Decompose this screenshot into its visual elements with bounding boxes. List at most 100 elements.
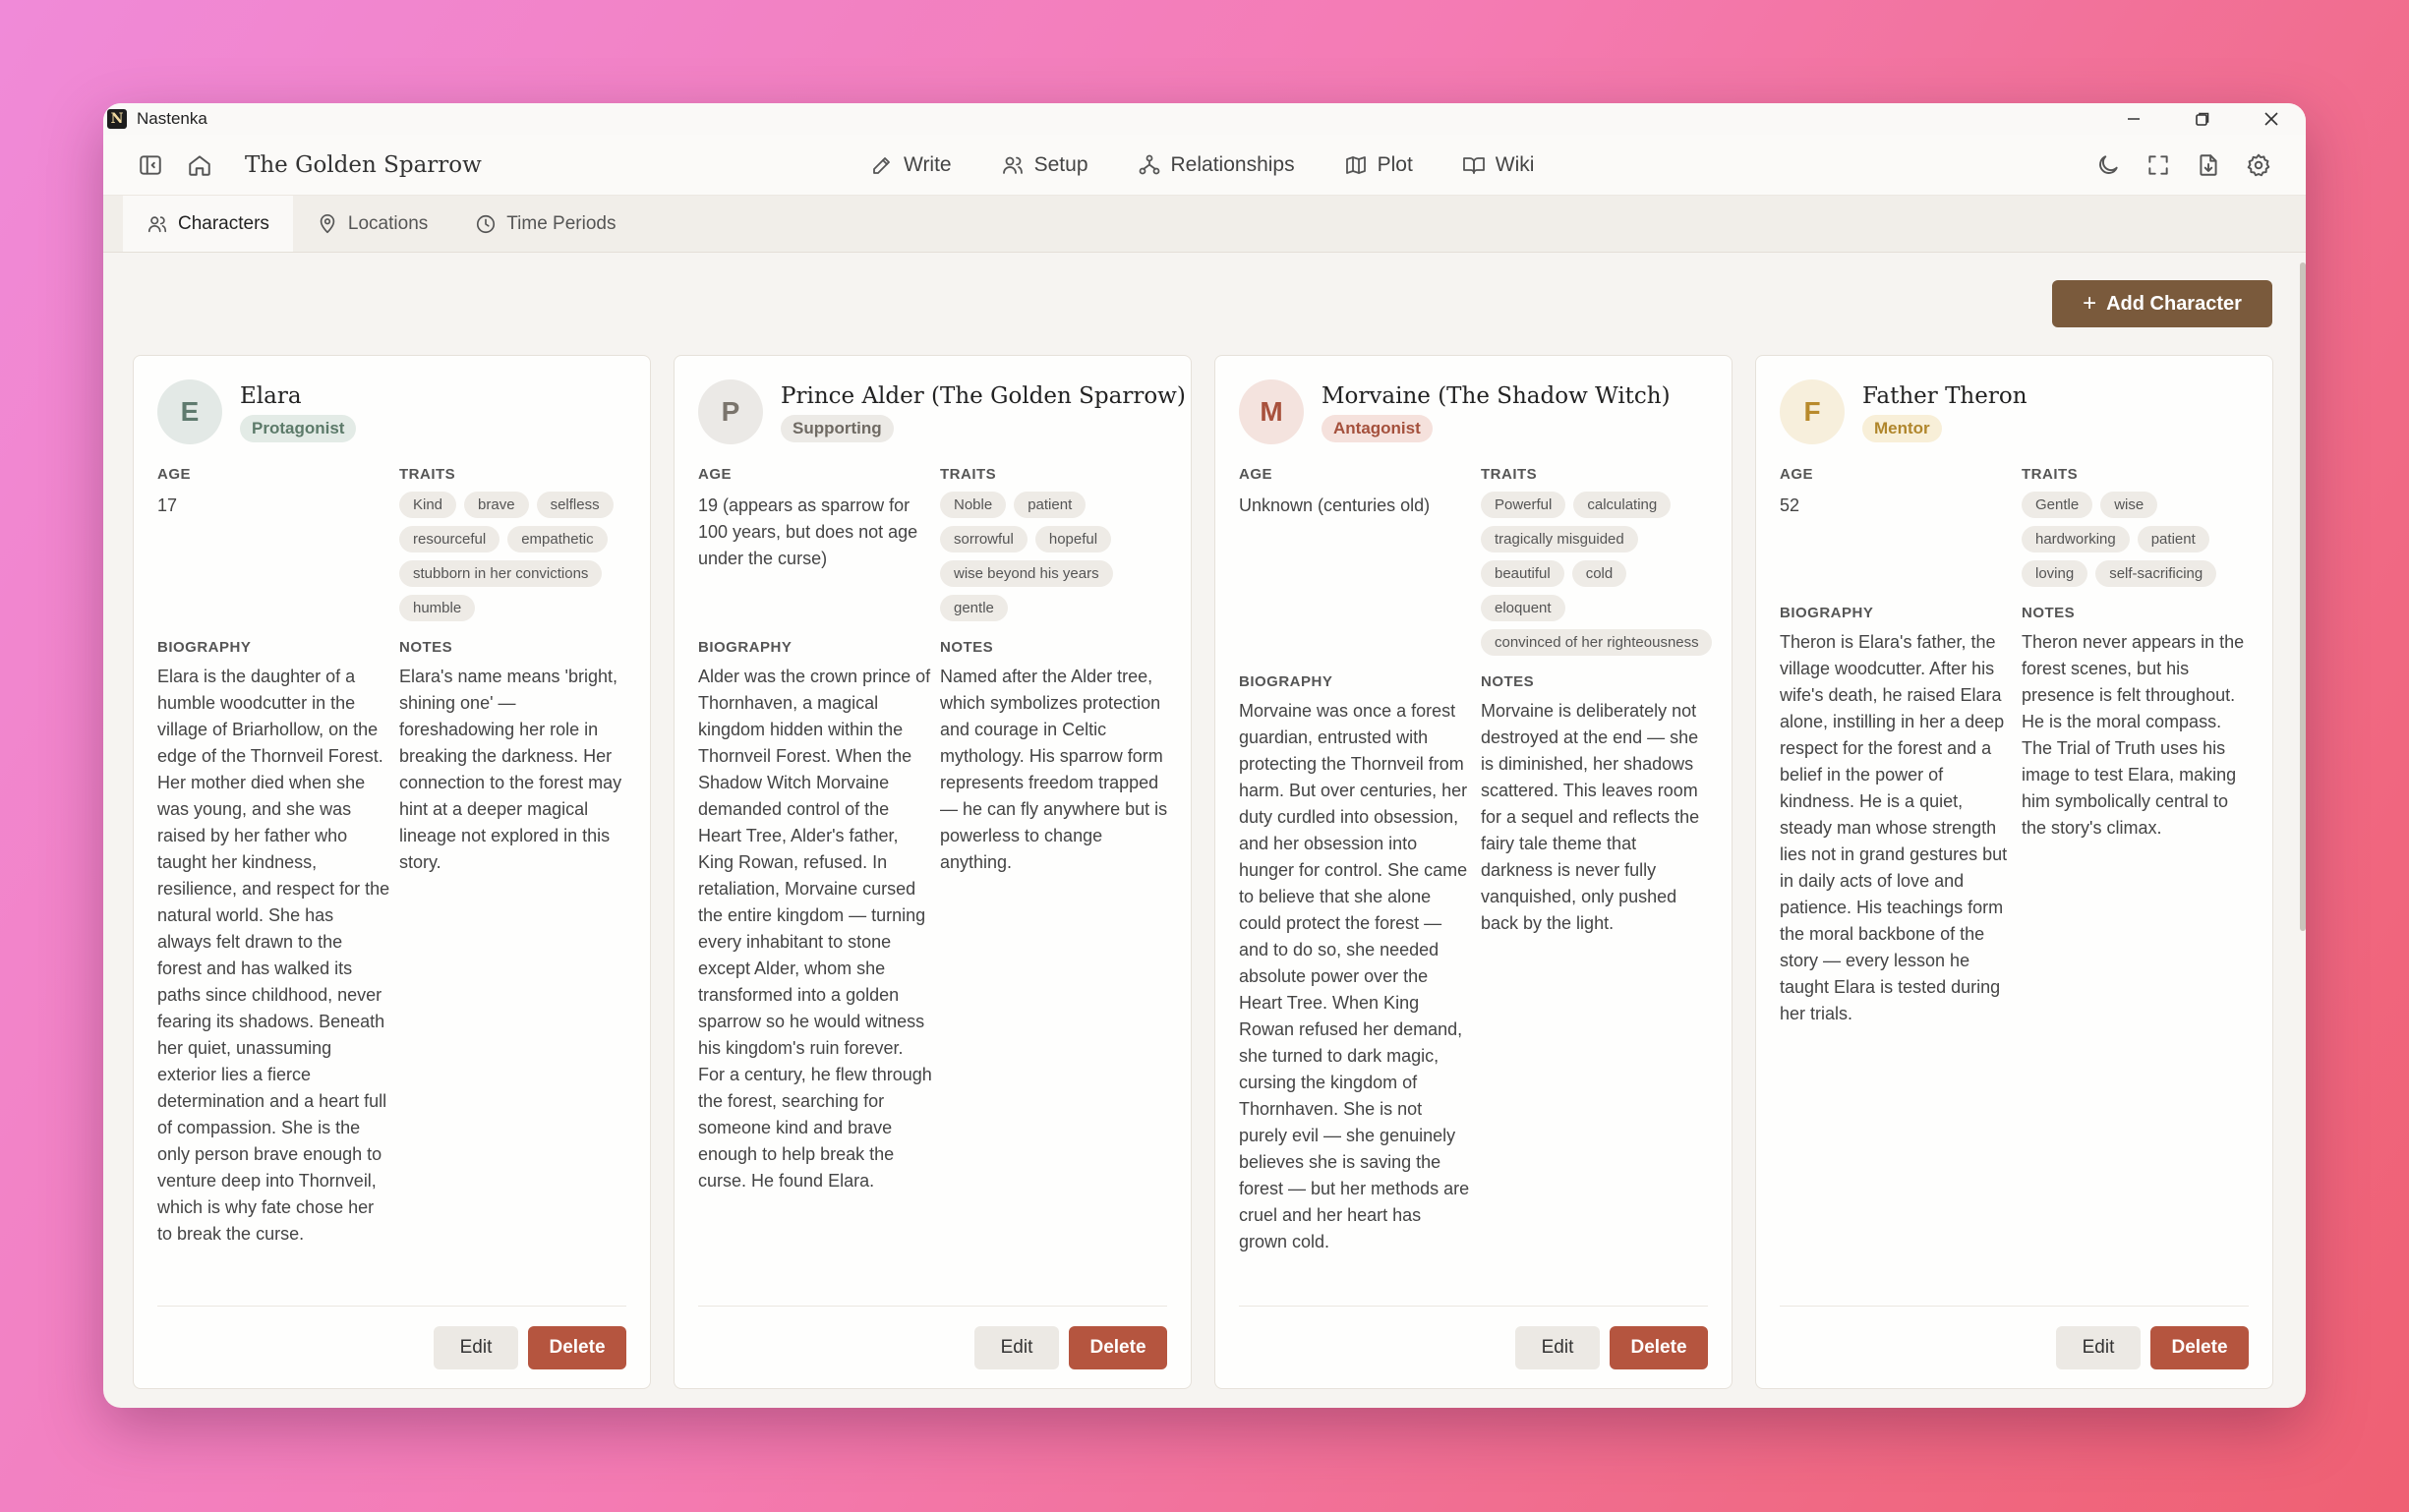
avatar: M <box>1239 379 1304 444</box>
gear-icon <box>2247 153 2270 177</box>
header-actions <box>2090 135 2276 196</box>
minimize-button[interactable] <box>2099 103 2168 135</box>
character-card: F Father Theron Mentor AGE 52 TRAITS Gen… <box>1755 355 2273 1389</box>
fullscreen-button[interactable] <box>2141 147 2176 183</box>
minimize-icon <box>2128 118 2140 120</box>
trait-chip: wise beyond his years <box>940 560 1113 587</box>
biography-text: Alder was the crown prince of Thornhaven… <box>698 667 932 1191</box>
toggle-sidebar-button[interactable] <box>133 147 168 183</box>
biography-label: BIOGRAPHY <box>1239 673 1333 690</box>
trait-chip: loving <box>2022 560 2088 587</box>
traits-list: Powerful calculating tragically misguided b… <box>1481 492 1712 656</box>
app-window: N Nastenka The Golden Sparrow Write Setu… <box>103 103 2306 1408</box>
characters-panel: + Add Character E Elara Protagonist AGE … <box>103 253 2306 1408</box>
character-card: E Elara Protagonist AGE 17 TRAITS Kind br… <box>133 355 651 1389</box>
add-character-label: Add Character <box>2106 292 2242 315</box>
role-badge: Supporting <box>781 415 894 442</box>
role-badge: Protagonist <box>240 415 357 442</box>
avatar: E <box>157 379 222 444</box>
close-button[interactable] <box>2237 103 2306 135</box>
biography-text: Elara is the daughter of a humble woodcu… <box>157 667 390 1244</box>
character-name: Father Theron <box>1862 383 2027 409</box>
trait-chip: humble <box>399 595 476 621</box>
restore-icon <box>2196 112 2209 126</box>
trait-chip: tragically misguided <box>1481 526 1638 552</box>
notes-text: Theron never appears in the forest scene… <box>2022 632 2245 838</box>
scrollbar[interactable] <box>2300 262 2306 931</box>
trait-chip: Kind <box>399 492 457 518</box>
avatar: P <box>698 379 763 444</box>
trait-chip: calculating <box>1573 492 1672 518</box>
nav-relationships[interactable]: Relationships <box>1138 153 1295 177</box>
settings-button[interactable] <box>2241 147 2276 183</box>
card-actions: Edit Delete <box>1239 1306 1708 1388</box>
nav-plot[interactable]: Plot <box>1344 153 1413 177</box>
users-icon <box>147 215 167 232</box>
edit-button[interactable]: Edit <box>434 1325 518 1369</box>
trait-chip: wise <box>2100 492 2158 518</box>
age-value: 17 <box>157 495 178 515</box>
map-icon <box>1345 156 1366 174</box>
trait-chip: sorrowful <box>940 526 1028 552</box>
character-cards: E Elara Protagonist AGE 17 TRAITS Kind br… <box>133 355 2273 1389</box>
edit-button[interactable]: Edit <box>974 1325 1059 1369</box>
age-label: AGE <box>698 466 733 483</box>
traits-label: TRAITS <box>1481 466 1538 483</box>
traits-list: Noble patient sorrowful hopeful wise beyond … <box>940 492 1171 621</box>
nav-setup[interactable]: Setup <box>1001 153 1088 177</box>
card-actions: Edit Delete <box>157 1306 626 1388</box>
notes-label: NOTES <box>940 639 994 656</box>
character-name: Morvaine (The Shadow Witch) <box>1322 383 1671 409</box>
biography-label: BIOGRAPHY <box>157 639 252 656</box>
age-value: 52 <box>1780 495 1800 515</box>
theme-toggle-button[interactable] <box>2090 147 2126 183</box>
character-card: P Prince Alder (The Golden Sparrow) Supp… <box>674 355 1192 1389</box>
tab-time-periods-label: Time Periods <box>506 212 617 234</box>
plus-icon: + <box>2083 290 2097 317</box>
edit-button[interactable]: Edit <box>1515 1325 1600 1369</box>
biography-text: Theron is Elara's father, the village wo… <box>1780 632 2008 1023</box>
window-controls <box>2099 103 2306 135</box>
users-icon <box>1002 156 1023 174</box>
edit-button[interactable]: Edit <box>2056 1325 2141 1369</box>
nav-wiki-label: Wiki <box>1495 153 1535 176</box>
delete-button[interactable]: Delete <box>2150 1325 2249 1369</box>
delete-button[interactable]: Delete <box>528 1325 626 1369</box>
add-character-button[interactable]: + Add Character <box>2052 280 2272 327</box>
nav-write-label: Write <box>904 153 952 176</box>
delete-button[interactable]: Delete <box>1610 1325 1708 1369</box>
trait-chip: Noble <box>940 492 1007 518</box>
trait-chip: stubborn in her convictions <box>399 560 603 587</box>
age-value: 19 (appears as sparrow for 100 years, bu… <box>698 495 918 568</box>
home-button[interactable] <box>182 147 217 183</box>
nav-wiki[interactable]: Wiki <box>1462 153 1535 177</box>
trait-chip: hopeful <box>1034 526 1112 552</box>
trait-chip: patient <box>2137 526 2209 552</box>
export-button[interactable] <box>2191 147 2226 183</box>
notes-label: NOTES <box>399 639 453 656</box>
map-pin-icon <box>320 213 335 233</box>
age-label: AGE <box>157 466 192 483</box>
nav-write[interactable]: Write <box>870 153 952 177</box>
fullscreen-icon <box>2148 155 2168 175</box>
sidebar-toggle-icon <box>140 154 161 175</box>
biography-text: Morvaine was once a forest guardian, ent… <box>1239 701 1470 1251</box>
tab-locations[interactable]: Locations <box>293 196 451 252</box>
trait-chip: convinced of her righteousness <box>1481 629 1712 656</box>
trait-chip: resourceful <box>399 526 500 552</box>
title-bar: N Nastenka <box>103 103 2306 135</box>
notes-text: Elara's name means 'bright, shining one'… <box>399 667 622 872</box>
traits-list: Kind brave selfless resourceful empathetic st… <box>399 492 630 621</box>
restore-button[interactable] <box>2168 103 2237 135</box>
card-actions: Edit Delete <box>698 1306 1167 1388</box>
close-icon <box>2264 112 2278 126</box>
home-icon <box>189 154 210 176</box>
setup-subtabs: Characters Locations Time Periods <box>103 196 2306 253</box>
role-badge: Antagonist <box>1322 415 1433 442</box>
traits-label: TRAITS <box>399 466 456 483</box>
delete-button[interactable]: Delete <box>1069 1325 1167 1369</box>
tab-characters[interactable]: Characters <box>123 196 293 252</box>
trait-chip: Powerful <box>1481 492 1566 518</box>
tab-time-periods[interactable]: Time Periods <box>451 196 639 252</box>
book-open-icon <box>1462 157 1485 174</box>
